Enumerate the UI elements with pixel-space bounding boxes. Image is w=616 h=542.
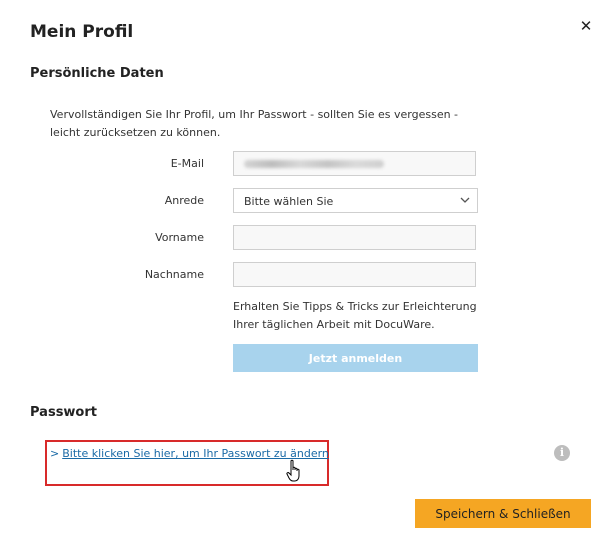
- register-button[interactable]: Jetzt anmelden: [233, 344, 478, 372]
- hand-cursor-icon: [286, 459, 300, 482]
- tips-text: Erhalten Sie Tipps & Tricks zur Erleicht…: [233, 300, 477, 331]
- close-icon[interactable]: ✕: [578, 18, 594, 34]
- salutation-label: Anrede: [164, 194, 204, 207]
- info-icon[interactable]: i: [554, 445, 570, 461]
- dialog-title: Mein Profil: [30, 22, 134, 42]
- salutation-select[interactable]: Bitte wählen Sie: [233, 188, 478, 213]
- email-label: E-Mail: [170, 157, 204, 170]
- profile-intro-text: Vervollständigen Sie Ihr Profil, um Ihr …: [50, 108, 459, 139]
- email-field[interactable]: [233, 151, 476, 176]
- firstname-label: Vorname: [155, 231, 204, 244]
- save-and-close-button[interactable]: Speichern & Schließen: [415, 499, 591, 528]
- salutation-selected-value: Bitte wählen Sie: [244, 195, 334, 208]
- lastname-label: Nachname: [144, 268, 204, 281]
- chevron-right-icon: >: [50, 447, 60, 460]
- password-heading: Passwort: [30, 405, 97, 420]
- personal-data-heading: Persönliche Daten: [30, 66, 164, 81]
- chevron-down-icon: [460, 197, 470, 203]
- email-value-blurred: [244, 160, 384, 168]
- firstname-field[interactable]: [233, 225, 476, 250]
- lastname-field[interactable]: [233, 262, 476, 287]
